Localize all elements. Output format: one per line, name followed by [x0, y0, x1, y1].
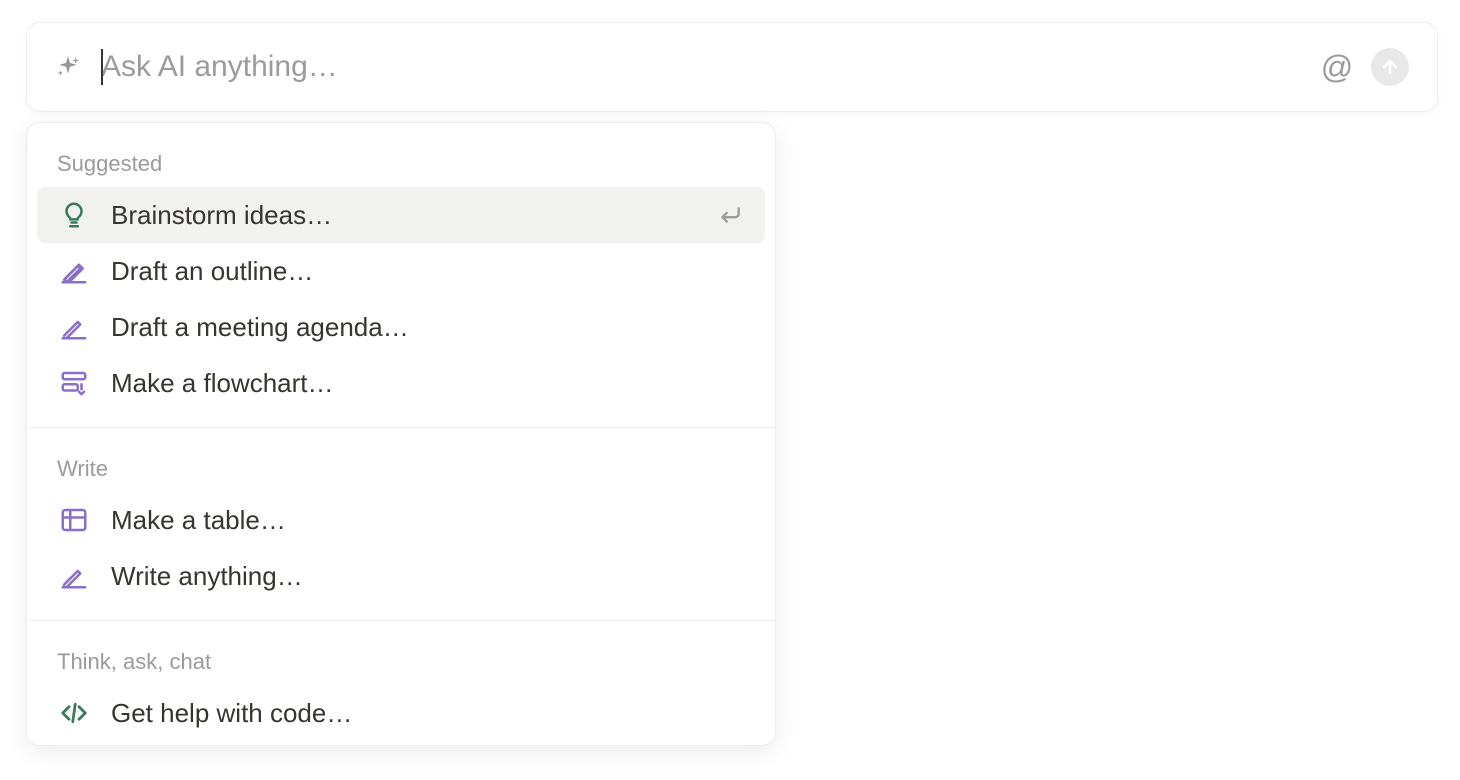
sparkle-icon: [55, 54, 81, 80]
menu-item-label: Brainstorm ideas…: [111, 200, 717, 231]
lightbulb-icon: [59, 200, 89, 230]
menu-item-flowchart[interactable]: Make a flowchart…: [37, 355, 765, 411]
code-icon: [59, 698, 89, 728]
menu-item-label: Draft an outline…: [111, 256, 743, 287]
menu-item-draft-outline[interactable]: Draft an outline…: [37, 243, 765, 299]
menu-item-label: Draft a meeting agenda…: [111, 312, 743, 343]
mention-button[interactable]: @: [1321, 51, 1353, 83]
menu-item-code-help[interactable]: Get help with code…: [37, 685, 765, 741]
section-items: Brainstorm ideas… Draft an outli: [27, 187, 775, 427]
ai-input-wrapper: [101, 50, 1321, 84]
ai-input-bar: @: [26, 22, 1438, 112]
menu-item-brainstorm[interactable]: Brainstorm ideas…: [37, 187, 765, 243]
section-write: Write Make a table…: [27, 427, 775, 620]
pencil-icon: [59, 561, 89, 591]
section-items: Make a table… Write anything…: [27, 492, 775, 620]
enter-icon: [717, 202, 743, 228]
send-button[interactable]: [1371, 48, 1409, 86]
menu-item-write-anything[interactable]: Write anything…: [37, 548, 765, 604]
text-cursor: [101, 49, 103, 85]
section-suggested: Suggested Brainstorm ideas…: [27, 123, 775, 427]
menu-item-label: Get help with code…: [111, 698, 743, 729]
pencil-icon: [59, 256, 89, 286]
ai-input[interactable]: [101, 50, 1321, 84]
suggestions-panel: Suggested Brainstorm ideas…: [26, 122, 776, 746]
section-items: Get help with code…: [27, 685, 775, 745]
table-icon: [59, 505, 89, 535]
section-header: Think, ask, chat: [27, 631, 775, 685]
menu-item-make-table[interactable]: Make a table…: [37, 492, 765, 548]
section-header: Suggested: [27, 133, 775, 187]
flowchart-icon: [59, 368, 89, 398]
menu-item-label: Make a flowchart…: [111, 368, 743, 399]
section-think: Think, ask, chat Get help with code…: [27, 620, 775, 745]
section-header: Write: [27, 438, 775, 492]
pencil-icon: [59, 312, 89, 342]
menu-item-label: Write anything…: [111, 561, 743, 592]
menu-item-draft-agenda[interactable]: Draft a meeting agenda…: [37, 299, 765, 355]
menu-item-label: Make a table…: [111, 505, 743, 536]
